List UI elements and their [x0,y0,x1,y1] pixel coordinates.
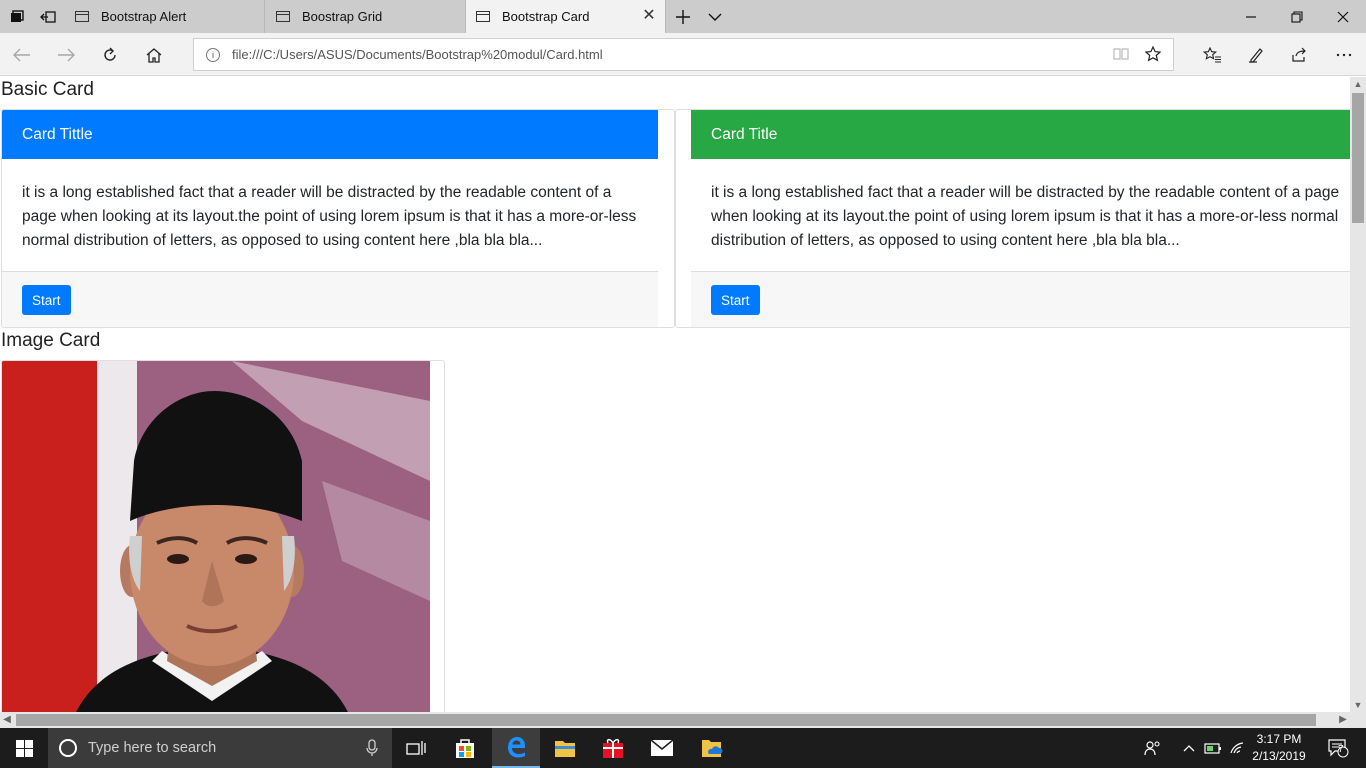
tab-bar: Bootstrap Alert Boostrap Grid Bootstrap … [0,0,1366,33]
basic-card-blue: Card Tittle it is a long established fac… [1,109,675,328]
basic-card-heading: Basic Card [1,79,94,100]
page-viewport: Basic Card Card Tittle it is a long esta… [0,77,1350,712]
new-tab-icon[interactable] [666,0,699,33]
scroll-right-arrow-icon[interactable]: ▶ [1336,712,1350,728]
tab-bootstrap-grid[interactable]: Boostrap Grid [266,0,466,33]
favorites-hub-icon[interactable] [1190,33,1234,76]
clock-time: 3:17 PM [1256,732,1302,746]
restore-button[interactable] [1274,0,1320,33]
card-header: Card Title [691,110,1350,159]
card-header: Card Tittle [2,110,658,159]
set-tabs-aside-icon[interactable] [31,0,64,33]
horizontal-scroll-thumb[interactable] [16,714,1316,726]
minimize-button[interactable] [1228,0,1274,33]
search-placeholder: Type here to search [88,740,217,756]
image-card-heading: Image Card [1,330,101,351]
card-image [2,361,430,712]
close-tab-icon[interactable]: ✕ [641,8,657,24]
scroll-down-arrow-icon[interactable]: ▼ [1350,698,1366,712]
show-hidden-icons-chevron-icon[interactable] [1178,728,1200,768]
windows-taskbar: Type here to search 3:17 PM 2/13/2019 7 [0,728,1366,768]
tab-preview-chevron-icon[interactable] [698,0,731,33]
tab-actions-icon[interactable] [0,0,33,33]
card-footer: Start [2,271,658,327]
card-footer: Start [691,271,1350,327]
image-card [1,360,445,712]
site-info-icon[interactable]: i [206,47,220,62]
microphone-icon[interactable] [366,739,378,761]
start-button[interactable]: Start [22,285,71,315]
more-options-icon[interactable] [1322,33,1366,76]
basic-card-green: Card Title it is a long established fact… [675,109,1350,328]
clock-date: 2/13/2019 [1252,749,1306,763]
microsoft-store-icon[interactable] [441,728,489,768]
gift-app-icon[interactable] [589,728,637,768]
home-icon[interactable] [132,33,176,76]
card-text: it is a long established fact that a rea… [22,184,637,249]
address-url: file:///C:/Users/ASUS/Documents/Bootstra… [232,47,603,62]
vertical-scroll-thumb[interactable] [1352,93,1364,223]
start-button[interactable]: Start [711,285,760,315]
taskbar-search-box[interactable]: Type here to search [48,728,392,768]
tab-label: Bootstrap Alert [101,9,187,24]
web-note-pen-icon[interactable] [1234,33,1278,76]
page-icon [476,11,490,22]
close-window-button[interactable] [1320,0,1366,33]
task-view-icon[interactable] [392,728,440,768]
card-title: Card Tittle [22,125,93,143]
battery-icon[interactable] [1202,728,1224,768]
tab-label: Bootstrap Card [502,9,590,24]
navigation-bar: i file:///C:/Users/ASUS/Documents/Bootst… [0,33,1366,76]
tab-bootstrap-card[interactable]: Bootstrap Card ✕ [466,0,666,33]
horizontal-scrollbar[interactable]: ◀ ▶ [0,712,1350,728]
mail-icon[interactable] [638,728,686,768]
page-icon [276,11,290,22]
tab-bootstrap-alert[interactable]: Bootstrap Alert [65,0,265,33]
card-title: Card Title [711,125,778,143]
notification-count-badge: 7 [1338,744,1344,755]
refresh-icon[interactable] [88,33,132,76]
onedrive-folder-icon[interactable] [688,728,736,768]
card-text: it is a long established fact that a rea… [711,184,1340,249]
taskbar-clock[interactable]: 3:17 PM 2/13/2019 [1248,731,1310,765]
vertical-scrollbar[interactable]: ▲ ▼ [1350,77,1366,712]
scroll-left-arrow-icon[interactable]: ◀ [0,712,14,728]
edge-browser-icon[interactable] [492,728,540,768]
scroll-up-arrow-icon[interactable]: ▲ [1350,77,1366,91]
wifi-icon[interactable] [1226,728,1248,768]
page-icon [75,11,89,22]
tab-label: Boostrap Grid [302,9,383,24]
favorite-star-icon[interactable] [1144,45,1162,65]
action-center-icon[interactable]: 7 [1318,728,1358,768]
address-bar[interactable]: i file:///C:/Users/ASUS/Documents/Bootst… [193,38,1174,71]
people-icon[interactable] [1140,728,1166,768]
cortana-icon [59,739,77,757]
share-icon[interactable] [1277,33,1321,76]
scrollbar-corner [1350,712,1366,728]
forward-arrow-icon[interactable] [44,33,88,76]
file-explorer-icon[interactable] [541,728,589,768]
back-arrow-icon[interactable] [0,33,44,76]
reading-view-icon[interactable] [1113,47,1129,64]
windows-start-icon[interactable] [0,728,48,768]
